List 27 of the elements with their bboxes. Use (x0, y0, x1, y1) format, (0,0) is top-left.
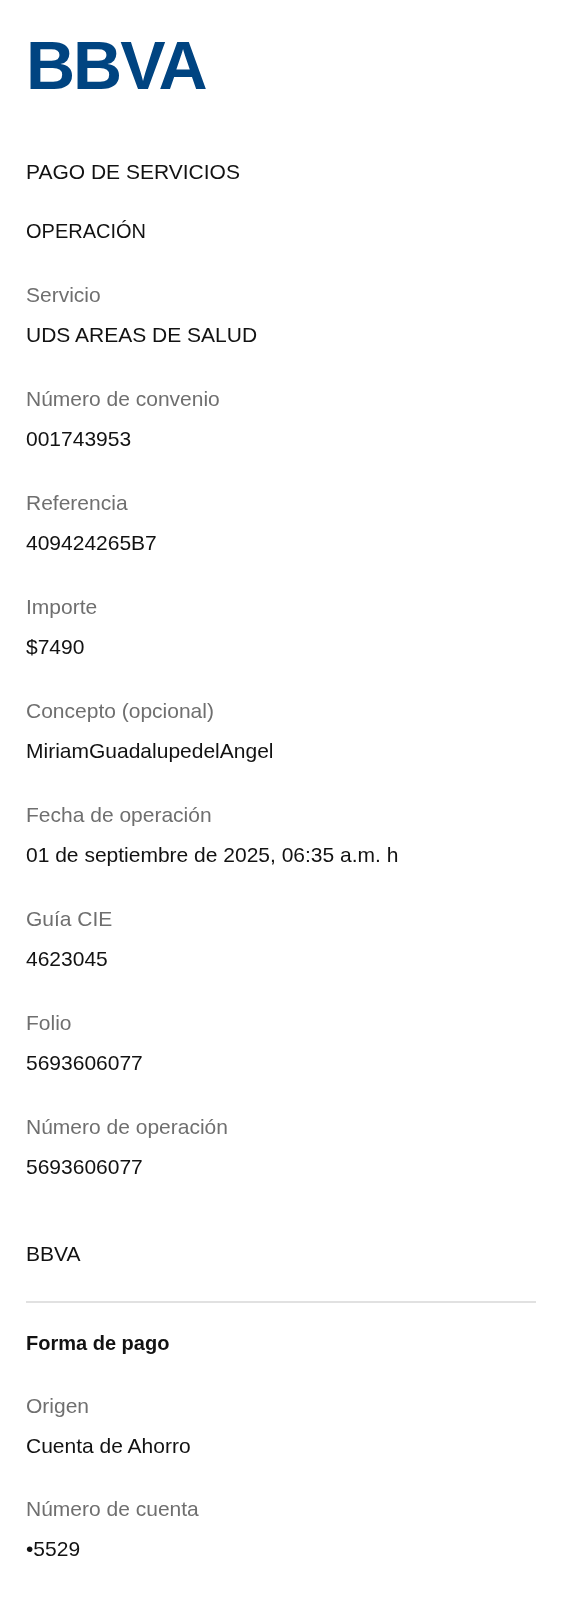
field-label: Número de operación (26, 1114, 229, 1140)
field-value: MiriamGuadalupedelAngel (26, 738, 275, 764)
field-label: Servicio (26, 282, 102, 308)
field-value: UDS AREAS DE SALUD (26, 322, 259, 348)
field-label: Importe (26, 594, 99, 620)
field-label: Concepto (opcional) (26, 698, 215, 724)
field-label: Referencia (26, 490, 129, 516)
field-value: Cuenta de Ahorro (26, 1433, 192, 1459)
field-value: 5693606077 (26, 1050, 144, 1076)
field-label: Guía CIE (26, 906, 114, 932)
field-value: 01 de septiembre de 2025, 06:35 a.m. h (26, 842, 400, 868)
field-label: Número de convenio (26, 386, 221, 412)
field-value: $7490 (26, 634, 86, 660)
logo: BBVA (26, 38, 206, 92)
field-label: Fecha de operación (26, 802, 213, 828)
field-value: 5693606077 (26, 1154, 144, 1180)
field-label: Origen (26, 1393, 91, 1419)
page-title: PAGO DE SERVICIOS (26, 159, 241, 185)
section-title: Forma de pago (26, 1331, 171, 1356)
field-value: 409424265B7 (26, 530, 158, 556)
section-title: OPERACIÓN (26, 219, 148, 244)
field-label: Número de cuenta (26, 1496, 200, 1522)
field-value: 001743953 (26, 426, 133, 452)
field-label: Folio (26, 1010, 73, 1036)
field-value: 4623045 (26, 946, 109, 972)
bank-name: BBVA (26, 1241, 82, 1267)
field-value: •5529 (26, 1536, 82, 1562)
